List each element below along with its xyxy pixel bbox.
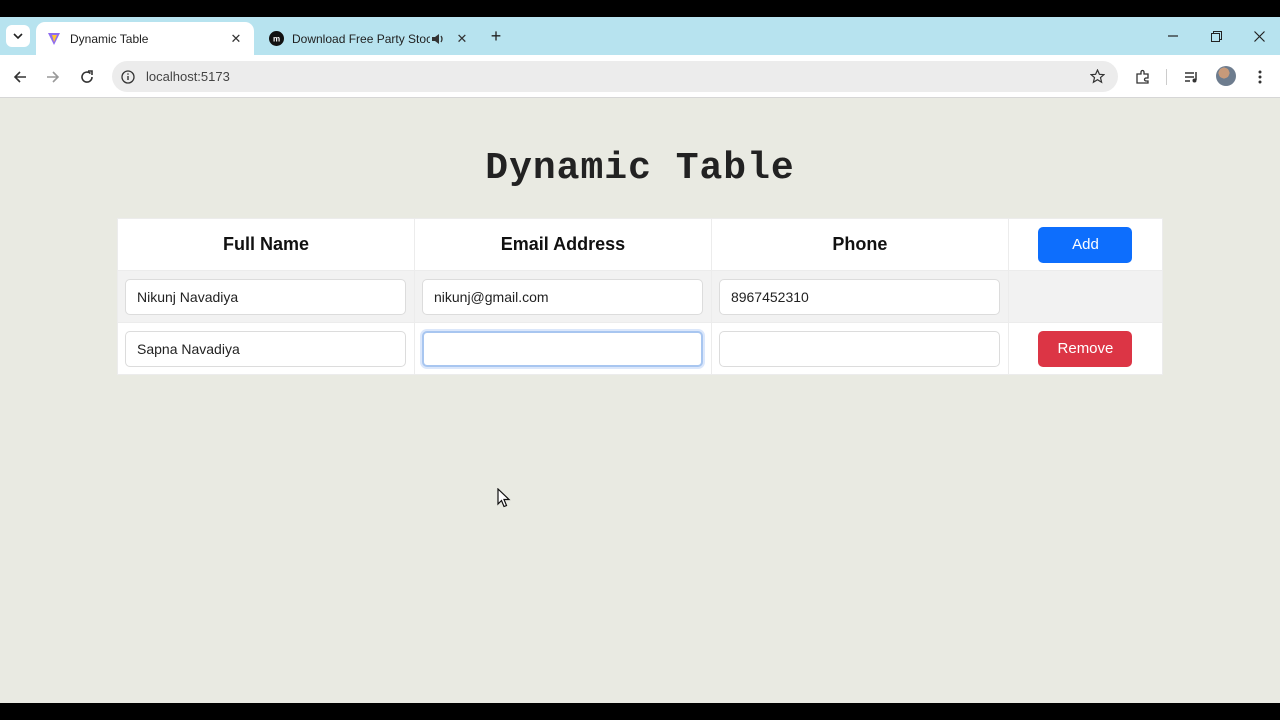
chevron-down-icon: [13, 33, 23, 40]
close-icon[interactable]: ✕: [228, 31, 244, 47]
profile-avatar[interactable]: [1216, 66, 1236, 86]
restore-icon[interactable]: [1202, 25, 1230, 47]
mouse-cursor-icon: [497, 488, 511, 508]
row-action-cell: [1007, 270, 1164, 323]
add-cell: Add: [1007, 218, 1164, 271]
speaker-icon[interactable]: [430, 31, 446, 47]
row-action-cell: Remove: [1007, 322, 1164, 375]
phone-input[interactable]: [718, 330, 1000, 367]
back-arrow-icon[interactable]: [8, 65, 32, 89]
vite-icon: [46, 31, 62, 47]
full-name-input[interactable]: [125, 278, 406, 315]
reload-icon[interactable]: [75, 65, 99, 89]
minimize-icon[interactable]: [1159, 25, 1187, 47]
url-text: localhost:5173: [146, 69, 230, 84]
column-header-phone: Phone: [710, 218, 1009, 271]
bookmark-star-icon[interactable]: [1088, 68, 1106, 86]
close-icon[interactable]: ✕: [454, 31, 470, 47]
site-icon: m: [268, 31, 284, 47]
extensions-icon[interactable]: [1131, 65, 1155, 89]
browser-toolbar: localhost:5173: [0, 55, 1280, 98]
table-header-row: Full Name Email Address Phone Add: [117, 218, 1164, 271]
media-controls-icon[interactable]: [1180, 65, 1204, 89]
column-header-email: Email Address: [413, 218, 712, 271]
email-input[interactable]: [421, 330, 703, 367]
tab-title: Download Free Party Stock: [292, 31, 430, 46]
phone-input[interactable]: [718, 278, 1000, 315]
table-row: Remove: [117, 322, 1164, 375]
remove-button[interactable]: Remove: [1038, 330, 1133, 367]
info-icon[interactable]: [120, 69, 136, 85]
column-header-full-name: Full Name: [117, 218, 415, 271]
tab-dynamic-table[interactable]: Dynamic Table ✕: [36, 22, 254, 55]
page-title: Dynamic Table: [485, 147, 795, 190]
tab-download-free-party-stock[interactable]: m Download Free Party Stock ✕: [260, 22, 478, 55]
address-bar[interactable]: localhost:5173: [112, 61, 1118, 92]
tab-search-button[interactable]: [6, 25, 30, 47]
browser-window: Dynamic Table ✕ m Download Free Party St…: [0, 17, 1280, 703]
close-window-icon[interactable]: [1245, 25, 1273, 47]
tab-title: Dynamic Table: [70, 31, 149, 46]
full-name-input[interactable]: [125, 330, 406, 367]
tab-strip: Dynamic Table ✕ m Download Free Party St…: [0, 17, 1280, 55]
forward-arrow-icon[interactable]: [41, 65, 65, 89]
page-content: Dynamic Table Full Name Email Address Ph…: [0, 99, 1280, 703]
svg-text:m: m: [272, 35, 279, 44]
add-button[interactable]: Add: [1038, 226, 1133, 263]
toolbar-divider: [1166, 69, 1167, 85]
dynamic-table: Full Name Email Address Phone Add Nikunj…: [117, 218, 1164, 375]
email-input[interactable]: [421, 278, 703, 315]
more-menu-icon[interactable]: [1248, 65, 1272, 89]
new-tab-button[interactable]: +: [486, 26, 506, 46]
table-row: [117, 270, 1164, 323]
